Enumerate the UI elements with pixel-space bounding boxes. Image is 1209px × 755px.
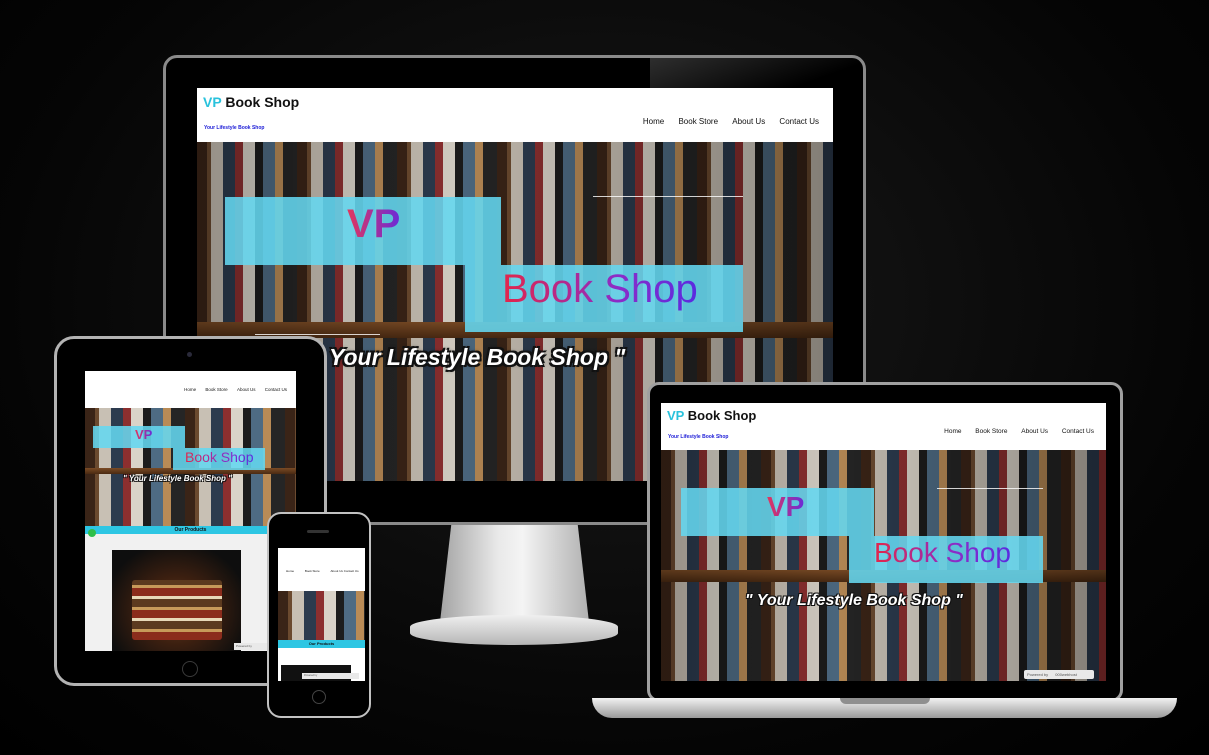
products-heading: Our Products	[278, 640, 365, 648]
monitor-stand-base	[410, 615, 618, 645]
hero-vp: VP	[347, 202, 401, 246]
monitor-stand-neck	[440, 520, 589, 620]
site-header: VP Book Shop Your Lifestyle Book Shop Ho…	[197, 88, 833, 142]
hero-banner	[278, 591, 365, 640]
nav-contact-us[interactable]: Contact Us	[265, 387, 287, 392]
nav-home[interactable]: Home	[643, 117, 664, 126]
site-tagline: Your Lifestyle Book Shop	[668, 434, 729, 440]
products-heading: Our Products	[85, 526, 296, 534]
hero-slogan: " Your Lifestyle Book Shop "	[745, 592, 963, 609]
hero-title: Book Shop	[185, 449, 254, 465]
host-name: 000webhost	[1055, 672, 1077, 677]
hero-divider-bottom	[255, 334, 380, 335]
hero-slogan: " Your Lifestyle Book Shop "	[123, 474, 232, 483]
powered-by-label: Powered by	[1027, 672, 1049, 677]
tablet-screen: Home Book Store About Us Contact Us VP B…	[85, 371, 296, 651]
phone-screen: Home Book Store About Us Contact Us Our …	[278, 548, 365, 681]
phone-home-button	[312, 690, 326, 704]
product-image[interactable]	[112, 550, 241, 651]
logo-text: Book Shop	[687, 408, 757, 423]
powered-by-label: Powered by	[304, 674, 318, 677]
hero-vp: VP	[767, 491, 805, 522]
hero-title: Book Shop	[874, 537, 1011, 568]
powered-by-badge[interactable]: Powered by	[302, 673, 359, 679]
site-logo[interactable]: VP Book Shop	[203, 94, 299, 110]
site-logo[interactable]: VP Book Shop	[667, 408, 756, 423]
nav-book-store[interactable]: Book Store	[305, 566, 320, 577]
book-stack-icon	[132, 580, 222, 640]
nav-contact-us[interactable]: Contact Us	[344, 566, 359, 577]
main-nav: Home Book Store About Us Contact Us	[286, 566, 361, 577]
hero-title: Book Shop	[502, 267, 698, 311]
hero-banner: VP Book Shop " Your Lifestyle Book Shop …	[85, 408, 296, 526]
powered-by-label: Powered by	[236, 644, 252, 648]
tablet-home-button	[182, 661, 198, 677]
main-nav: Home Book Store About Us Contact Us	[184, 387, 287, 392]
whatsapp-icon[interactable]	[88, 529, 96, 537]
powered-by-badge[interactable]: Powered by 000webhost	[1024, 670, 1094, 679]
site-header: VP Book Shop Your Lifestyle Book Shop Ho…	[661, 403, 1106, 450]
site-tagline: Your Lifestyle Book Shop	[204, 125, 265, 131]
laptop-notch	[840, 698, 930, 704]
nav-contact-us[interactable]: Contact Us	[1062, 428, 1094, 435]
nav-home[interactable]: Home	[944, 428, 961, 435]
main-nav: Home Book Store About Us Contact Us	[643, 117, 819, 126]
hero-vp: VP	[135, 427, 153, 442]
nav-about-us[interactable]: About Us	[732, 117, 765, 126]
tablet-camera	[187, 352, 192, 357]
hero-divider-top	[937, 488, 1043, 489]
nav-about-us[interactable]: About Us	[331, 566, 343, 577]
logo-text: Book Shop	[225, 94, 300, 110]
phone-speaker	[307, 530, 329, 533]
site-header: Home Book Store About Us Contact Us	[278, 548, 365, 591]
nav-book-store[interactable]: Book Store	[975, 428, 1007, 435]
nav-home[interactable]: Home	[286, 566, 294, 577]
nav-book-store[interactable]: Book Store	[205, 387, 227, 392]
site-header: Home Book Store About Us Contact Us	[85, 371, 296, 408]
hero-divider-top	[593, 196, 743, 197]
nav-about-us[interactable]: About Us	[1021, 428, 1048, 435]
nav-contact-us[interactable]: Contact Us	[779, 117, 819, 126]
nav-home[interactable]: Home	[184, 387, 196, 392]
hero-slogan: Your Lifestyle Book Shop "	[329, 344, 626, 370]
logo-vp: VP	[203, 94, 222, 110]
nav-about-us[interactable]: About Us	[237, 387, 256, 392]
main-nav: Home Book Store About Us Contact Us	[944, 428, 1094, 435]
hero-banner: VP Book Shop " Your Lifestyle Book Shop …	[661, 450, 1106, 681]
laptop-screen: VP Book Shop Your Lifestyle Book Shop Ho…	[661, 403, 1106, 681]
nav-book-store[interactable]: Book Store	[678, 117, 718, 126]
logo-vp: VP	[667, 408, 685, 423]
